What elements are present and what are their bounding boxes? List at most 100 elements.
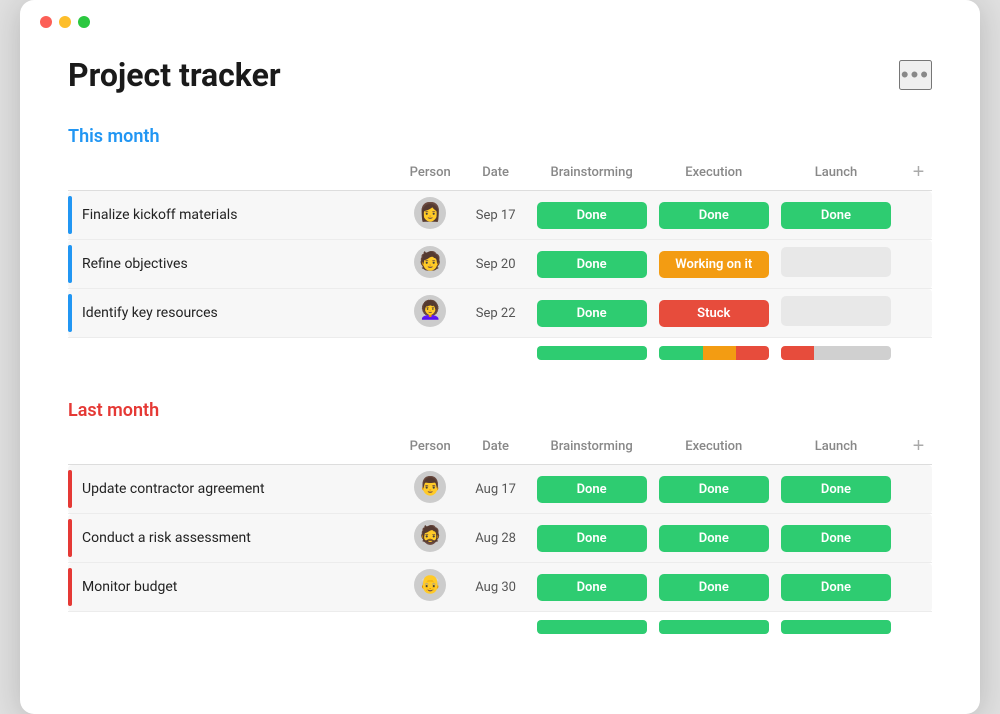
status-badge: Done [781,476,891,503]
progress-segment-orange [703,346,736,360]
progress-brainstorming-col [531,612,653,639]
task-name-label: Conduct a risk assessment [82,530,251,546]
main-content: Project tracker ••• This monthPersonDate… [20,36,980,638]
person-cell: 👩 [400,191,461,240]
person-cell: 👨 [400,465,461,514]
status-badge: Done [659,574,769,601]
add-column-button-this-month[interactable]: + [905,161,925,184]
add-col-header-this-month: + [897,161,932,191]
more-options-button[interactable]: ••• [899,60,932,90]
task-name-label: Update contractor agreement [82,481,265,497]
section-this-month: This month PersonDateBrainstormingExecuti… [68,126,932,364]
extra-cell [897,563,932,612]
progress-bar [537,346,647,360]
status-badge: Done [781,574,891,601]
task-name-label: Identify key resources [82,305,218,321]
progress-segment-green [659,620,769,634]
progress-bar [781,346,891,360]
date-cell: Sep 17 [461,191,531,240]
person-cell: 🧔 [400,514,461,563]
window-bar [20,0,980,36]
avatar: 🧑 [414,246,446,278]
execution-cell: Done [653,191,775,240]
status-badge: Stuck [659,300,769,327]
progress-segment-green [659,346,703,360]
progress-extra-col [897,338,932,365]
task-name-label: Finalize kickoff materials [82,207,237,223]
progress-bar [537,620,647,634]
launch-cell [775,240,897,289]
status-badge: Done [537,251,647,278]
progress-task-col [68,612,400,639]
progress-segment-green [781,620,891,634]
progress-bar [659,346,769,360]
launch-cell: Done [775,563,897,612]
page-title: Project tracker [68,56,281,94]
progress-execution-col [653,612,775,639]
progress-date-col [461,338,531,365]
tracker-table-last-month: PersonDateBrainstormingExecutionLaunch+U… [68,435,932,638]
brainstorming-cell: Done [531,191,653,240]
avatar: 👩 [414,197,446,229]
avatar: 👩‍🦱 [414,295,446,327]
person-cell: 👩‍🦱 [400,289,461,338]
status-badge: Done [537,202,647,229]
task-name-cell: Update contractor agreement [68,465,400,514]
execution-cell: Working on it [653,240,775,289]
extra-cell [897,240,932,289]
progress-date-col [461,612,531,639]
status-badge-empty [781,296,891,326]
progress-segment-red [736,346,769,360]
execution-cell: Done [653,563,775,612]
progress-person-col [400,612,461,639]
brainstorming-cell: Done [531,514,653,563]
task-name-cell: Monitor budget [68,563,400,612]
execution-cell: Done [653,465,775,514]
progress-row [68,612,932,639]
launch-cell: Done [775,465,897,514]
avatar: 👴 [414,569,446,601]
add-column-button-last-month[interactable]: + [905,435,925,458]
progress-extra-col [897,612,932,639]
task-name-cell: Identify key resources [68,289,400,338]
date-cell: Aug 28 [461,514,531,563]
progress-bar [659,620,769,634]
maximize-dot[interactable] [78,16,90,28]
table-row: Identify key resources 👩‍🦱 Sep 22Done Stuck [68,289,932,338]
close-dot[interactable] [40,16,52,28]
section-title-this-month: This month [68,126,932,147]
progress-row [68,338,932,365]
progress-execution-col [653,338,775,365]
table-row: Conduct a risk assessment🧔Aug 28DoneDone… [68,514,932,563]
col-header-date: Date [461,161,531,191]
date-cell: Sep 22 [461,289,531,338]
avatar: 👨 [414,471,446,503]
extra-cell [897,465,932,514]
person-cell: 👴 [400,563,461,612]
table-row: Finalize kickoff materials👩Sep 17DoneDon… [68,191,932,240]
launch-cell: Done [775,514,897,563]
date-cell: Aug 17 [461,465,531,514]
person-cell: 🧑 [400,240,461,289]
minimize-dot[interactable] [59,16,71,28]
col-header-execution: Execution [653,435,775,465]
task-name-cell: Conduct a risk assessment [68,514,400,563]
col-header-task [68,161,400,191]
brainstorming-cell: Done [531,289,653,338]
status-badge: Done [659,476,769,503]
col-header-person: Person [400,435,461,465]
progress-bar [781,620,891,634]
task-name-cell: Finalize kickoff materials [68,191,400,240]
task-name-cell: Refine objectives [68,240,400,289]
progress-segment-green [537,346,647,360]
status-badge: Done [781,525,891,552]
status-badge: Done [537,300,647,327]
brainstorming-cell: Done [531,563,653,612]
task-name-label: Monitor budget [82,579,177,595]
col-header-date: Date [461,435,531,465]
status-badge: Done [537,525,647,552]
avatar: 🧔 [414,520,446,552]
execution-cell: Done [653,514,775,563]
progress-segment-gray [814,346,891,360]
tracker-table-this-month: PersonDateBrainstormingExecutionLaunch+F… [68,161,932,364]
